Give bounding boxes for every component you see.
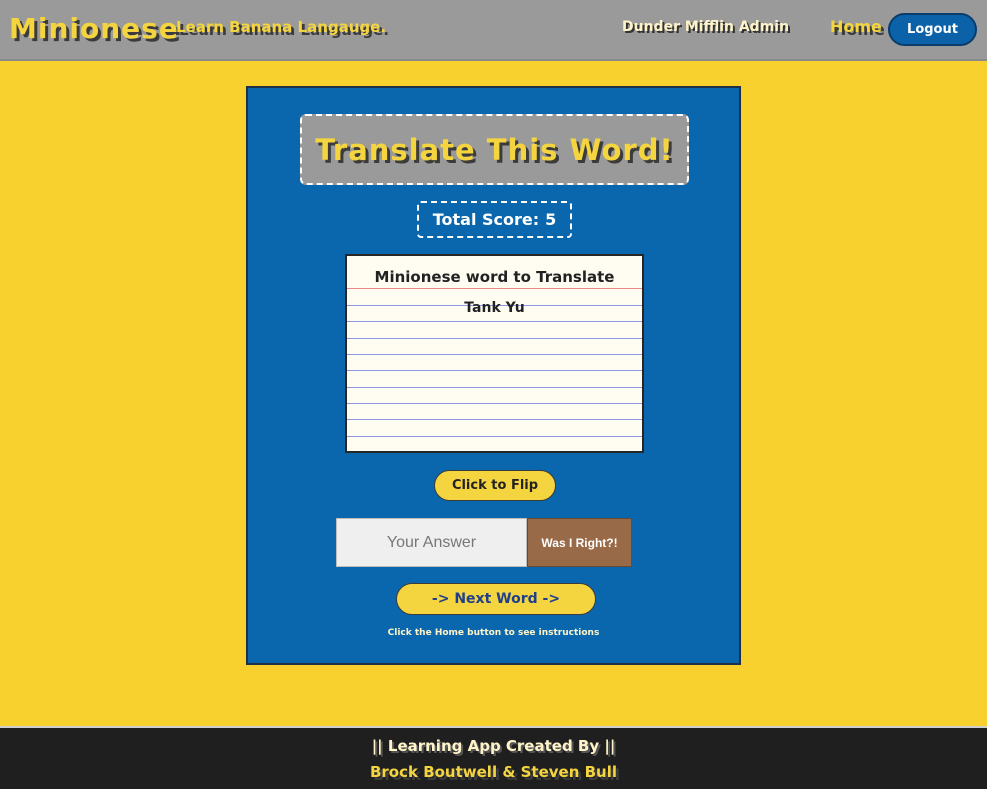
answer-input[interactable] [336, 518, 527, 567]
page-title: Translate This Word! [315, 132, 674, 167]
title-banner: Translate This Word! [300, 114, 689, 185]
flip-card-button[interactable]: Click to Flip [434, 470, 556, 501]
score-label: Total Score: [432, 210, 540, 229]
logout-button[interactable]: Logout [888, 13, 977, 46]
score-badge: Total Score: 5 [417, 201, 572, 238]
home-link[interactable]: Home [830, 17, 882, 36]
flashcard[interactable]: Minionese word to Translate Tank Yu [345, 254, 644, 453]
game-card: Translate This Word! Total Score: 5 Mini… [246, 86, 741, 665]
instructions-hint: Click the Home button to see instruction… [387, 628, 600, 638]
brand-logo[interactable]: Minionese [9, 12, 179, 45]
footer-authors: Brock Boutwell & Steven Bull [369, 763, 618, 781]
footer: || Learning App Created By || Brock Bout… [0, 726, 987, 789]
flashcard-label: Minionese word to Translate [374, 268, 615, 286]
flashcard-word: Tank Yu [464, 300, 525, 316]
score-value: 5 [545, 210, 557, 229]
top-navbar: Minionese Learn Banana Langauge. Dunder … [0, 0, 987, 61]
user-name: Dunder Mifflin Admin [622, 19, 790, 35]
footer-credit-line: || Learning App Created By || [371, 737, 616, 755]
brand-tagline: Learn Banana Langauge. [176, 18, 387, 36]
check-answer-button[interactable]: Was I Right?! [527, 518, 632, 567]
flashcard-margin-line [347, 288, 642, 289]
next-word-button[interactable]: -> Next Word -> [396, 583, 596, 615]
